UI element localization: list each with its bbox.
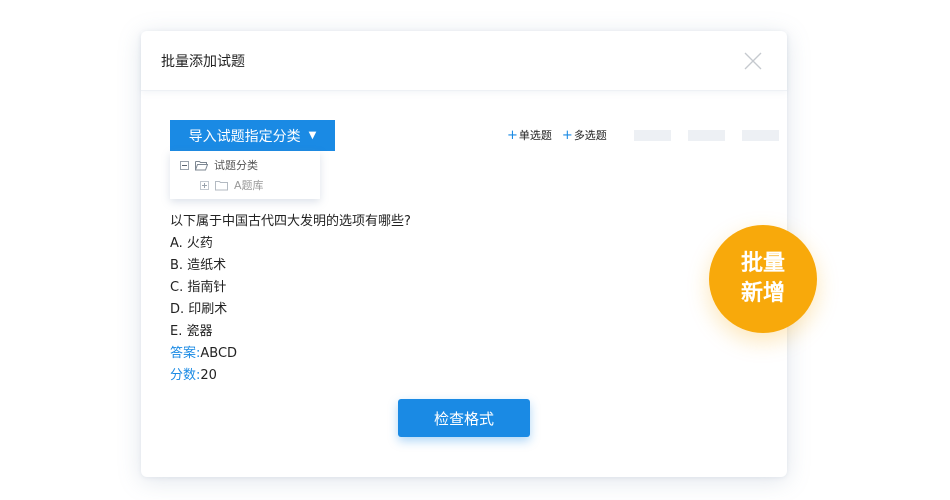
score-value: 20 bbox=[200, 368, 217, 383]
option-e: E. 瓷器 bbox=[170, 324, 213, 339]
answer-value: ABCD bbox=[200, 346, 238, 361]
add-single-choice-link[interactable]: + 单选题 bbox=[507, 127, 552, 143]
import-category-dropdown[interactable]: 导入试题指定分类 ▼ bbox=[170, 120, 335, 151]
single-choice-label: 单选题 bbox=[518, 129, 552, 142]
tree-item-a-bank[interactable]: A题库 bbox=[200, 177, 264, 193]
caret-down-icon: ▼ bbox=[308, 130, 317, 141]
toolbar-placeholder bbox=[741, 129, 779, 141]
add-multiple-choice-link[interactable]: + 多选题 bbox=[562, 127, 607, 143]
badge-line-2: 新增 bbox=[740, 281, 785, 306]
answer-label: 答案: bbox=[170, 346, 201, 361]
collapse-icon[interactable] bbox=[180, 160, 189, 170]
import-category-label: 导入试题指定分类 bbox=[188, 128, 301, 145]
badge-line-1: 批量 bbox=[740, 251, 785, 276]
multiple-choice-label: 多选题 bbox=[573, 129, 607, 142]
close-icon[interactable] bbox=[743, 51, 763, 71]
tree-item-label: A题库 bbox=[234, 179, 264, 192]
plus-icon: + bbox=[561, 127, 573, 143]
check-format-button[interactable]: 检查格式 bbox=[398, 399, 530, 437]
toolbar-placeholder bbox=[687, 129, 725, 141]
tree-item-label: 试题分类 bbox=[214, 159, 258, 172]
batch-add-questions-modal: 批量添加试题 导入试题指定分类 ▼ 试题分类 A题库 + 单选题 + 多选题 以… bbox=[141, 31, 787, 477]
modal-header: 批量添加试题 bbox=[141, 31, 787, 91]
answer-line: 答案:ABCD bbox=[170, 343, 411, 365]
expand-icon[interactable] bbox=[200, 180, 209, 190]
category-tree: 试题分类 A题库 bbox=[170, 151, 320, 199]
tree-item-question-category[interactable]: 试题分类 bbox=[180, 157, 258, 173]
option-a: A. 火药 bbox=[170, 236, 213, 251]
plus-icon: + bbox=[507, 127, 518, 143]
score-line: 分数:20 bbox=[170, 365, 411, 387]
toolbar-placeholder bbox=[633, 129, 671, 141]
question-stem: 以下属于中国古代四大发明的选项有哪些? bbox=[170, 214, 411, 229]
question-type-toolbar: + 单选题 + 多选题 bbox=[507, 127, 779, 143]
folder-open-icon bbox=[195, 160, 208, 170]
modal-title: 批量添加试题 bbox=[161, 54, 245, 70]
option-c: C. 指南针 bbox=[170, 280, 227, 295]
option-d: D. 印刷术 bbox=[170, 302, 228, 317]
question-text-area[interactable]: 以下属于中国古代四大发明的选项有哪些? A. 火药 B. 造纸术 C. 指南针 … bbox=[170, 211, 411, 387]
batch-add-badge: 批量 新增 bbox=[709, 225, 817, 333]
option-b: B. 造纸术 bbox=[170, 258, 227, 273]
score-label: 分数: bbox=[170, 368, 201, 383]
folder-icon bbox=[215, 180, 228, 190]
